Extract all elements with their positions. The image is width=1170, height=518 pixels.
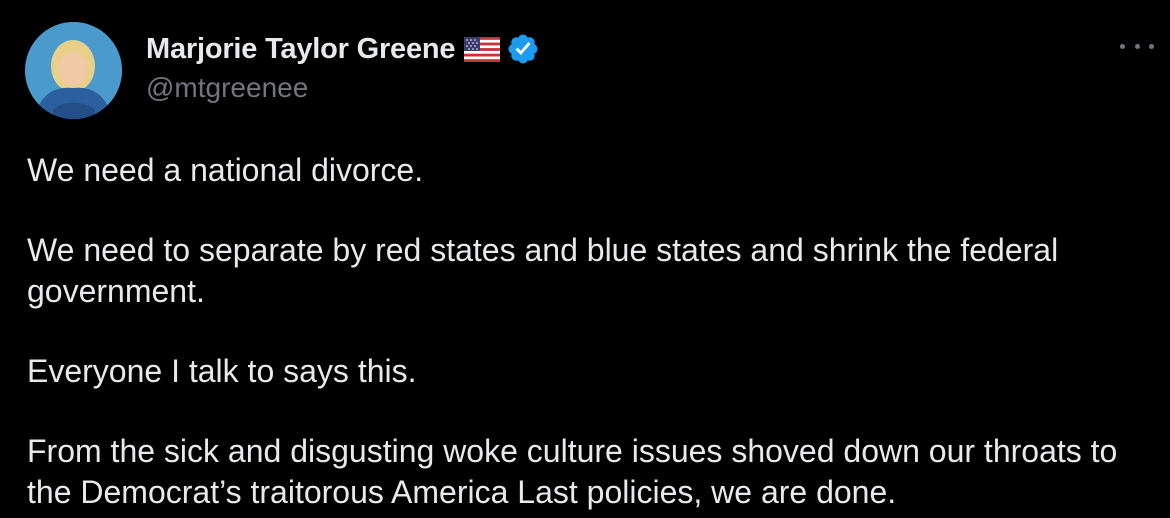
author-name-row: Marjorie Taylor Greene: [146, 30, 540, 68]
more-dot: [1149, 43, 1154, 49]
more-dot: [1134, 43, 1140, 49]
tweet-text: We need a national divorce. We need to s…: [27, 150, 1167, 513]
tweet-paragraph: Everyone I talk to says this.: [27, 353, 417, 389]
tweet-paragraph: We need to separate by red states and bl…: [27, 232, 1059, 309]
us-flag-icon: [464, 36, 501, 62]
author-display-name[interactable]: Marjorie Taylor Greene: [146, 33, 456, 66]
verified-badge-icon[interactable]: [506, 32, 540, 66]
tweet-paragraph: From the sick and disgusting woke cultur…: [27, 433, 1118, 510]
author-handle[interactable]: @mtgreenee: [146, 72, 308, 104]
avatar[interactable]: [25, 22, 122, 119]
tweet-paragraph: We need a national divorce.: [27, 152, 424, 188]
more-dot: [1120, 43, 1125, 49]
more-options-icon[interactable]: [1120, 36, 1154, 56]
